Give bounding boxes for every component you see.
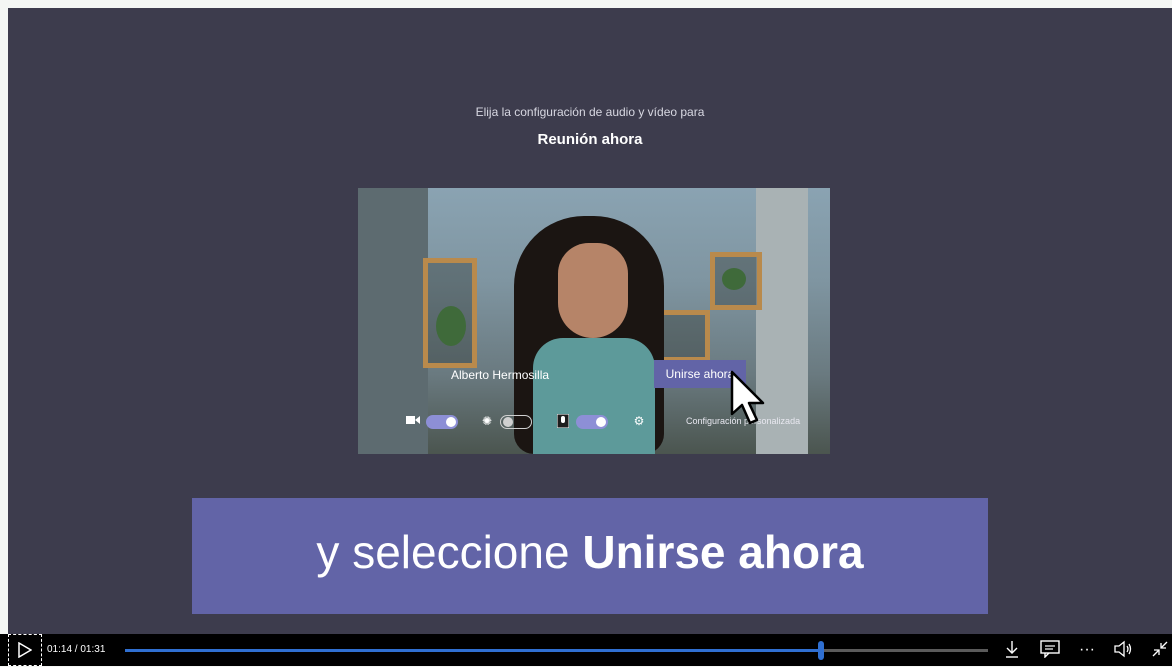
caption-banner: y seleccione Unirse ahora: [192, 498, 988, 614]
mouse-cursor-icon: [730, 370, 765, 425]
person-face: [558, 243, 628, 338]
download-icon[interactable]: [1001, 640, 1023, 664]
play-icon: [18, 641, 33, 659]
seek-bar-progress: [125, 649, 822, 652]
settings-gear-icon[interactable]: ⚙: [632, 414, 646, 428]
meeting-title: Reunión ahora: [537, 131, 643, 148]
background-blur-icon: ✺: [481, 414, 493, 428]
settings-prompt: Elija la configuración de audio y vídeo …: [475, 105, 705, 119]
camera-toggle[interactable]: [426, 415, 458, 429]
camera-preview: Alberto Hermosilla Unirse ahora ✺ ⚙ Conf…: [358, 188, 830, 454]
more-icon[interactable]: ···: [1076, 640, 1098, 660]
player-controls: 01:14 / 01:31 ···: [0, 634, 1172, 666]
caption-text: y seleccione: [316, 526, 583, 578]
person-body: [533, 338, 655, 454]
video-frame[interactable]: Elija la configuración de audio y vídeo …: [8, 8, 1172, 634]
blur-toggle[interactable]: [500, 415, 532, 429]
volume-icon[interactable]: [1112, 640, 1134, 664]
captions-icon[interactable]: [1039, 640, 1061, 664]
time-display: 01:14 / 01:31: [47, 644, 106, 655]
exit-fullscreen-icon[interactable]: [1149, 640, 1171, 664]
play-button[interactable]: [8, 634, 42, 666]
plant: [436, 306, 466, 346]
shelf: [658, 310, 710, 362]
caption-bold-text: Unirse ahora: [582, 526, 864, 578]
seek-bar-thumb[interactable]: [818, 641, 825, 660]
plant: [722, 268, 746, 290]
seek-bar[interactable]: [125, 641, 988, 660]
camera-icon: [406, 414, 420, 428]
mic-toggle[interactable]: [576, 415, 608, 429]
participant-name: Alberto Hermosilla: [451, 368, 550, 382]
microphone-icon: [556, 413, 570, 429]
